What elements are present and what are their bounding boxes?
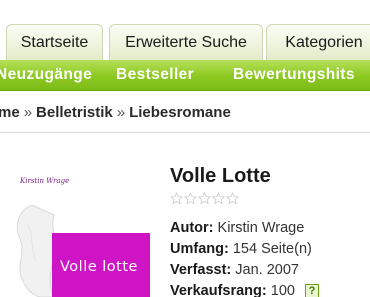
detail-value: 154 Seite(n)	[232, 241, 312, 257]
detail-author: Autor: Kirstin Wrage	[170, 218, 319, 239]
cover-title-text: Volle lotte	[60, 259, 138, 275]
nav-bewertungshits[interactable]: Bewertungshits	[233, 60, 355, 90]
main-tabs: Startseite Erweiterte Suche Kategorien	[0, 24, 370, 60]
breadcrumb-belletristik[interactable]: Belletristik	[36, 104, 113, 121]
nav-neuzugaenge[interactable]: Neuzugänge	[0, 60, 92, 90]
divider	[0, 132, 370, 133]
breadcrumb-home[interactable]: Home	[0, 104, 20, 121]
tab-startseite[interactable]: Startseite	[6, 24, 103, 60]
detail-value[interactable]: Kirstin Wrage	[218, 220, 305, 236]
breadcrumb-separator: »	[116, 104, 126, 121]
tab-erweiterte-suche[interactable]: Erweiterte Suche	[109, 24, 263, 60]
detail-value: 100	[270, 283, 295, 297]
star-icon[interactable]	[170, 192, 183, 205]
rating-stars[interactable]	[170, 192, 240, 208]
detail-verfasst: Verfasst: Jan. 2007	[170, 260, 319, 281]
breadcrumb-liebesromane[interactable]: Liebesromane	[129, 104, 231, 121]
detail-label: Umfang:	[170, 241, 229, 257]
detail-value: Jan. 2007	[235, 262, 299, 278]
detail-label: Verfasst:	[170, 262, 232, 278]
book-details: Autor: Kirstin Wrage Umfang: 154 Seite(n…	[170, 218, 319, 297]
detail-umfang: Umfang: 154 Seite(n)	[170, 239, 319, 260]
star-icon[interactable]	[198, 192, 211, 205]
detail-label: Autor:	[170, 220, 214, 236]
star-icon[interactable]	[184, 192, 197, 205]
book-title: Volle Lotte	[170, 165, 271, 187]
question-icon[interactable]: ?	[304, 284, 319, 297]
cover-author-text: Kirstin Wrage	[20, 177, 70, 185]
tab-kategorien[interactable]: Kategorien	[266, 24, 370, 60]
sub-navigation: Neuzugänge Bestseller Bewertungshits	[0, 60, 370, 91]
breadcrumb: Home»Belletristik»Liebesromane	[0, 102, 231, 124]
book-cover[interactable]: Kirstin Wrage Volle lotte	[10, 175, 150, 297]
star-icon[interactable]	[226, 192, 239, 205]
page: Startseite Erweiterte Suche Kategorien N…	[0, 0, 370, 297]
detail-label: Verkaufsrang:	[170, 283, 267, 297]
detail-verkaufsrang: Verkaufsrang: 100 ?	[170, 281, 319, 297]
star-icon[interactable]	[212, 192, 225, 205]
nav-bestseller[interactable]: Bestseller	[116, 60, 194, 90]
breadcrumb-separator: »	[23, 104, 33, 121]
